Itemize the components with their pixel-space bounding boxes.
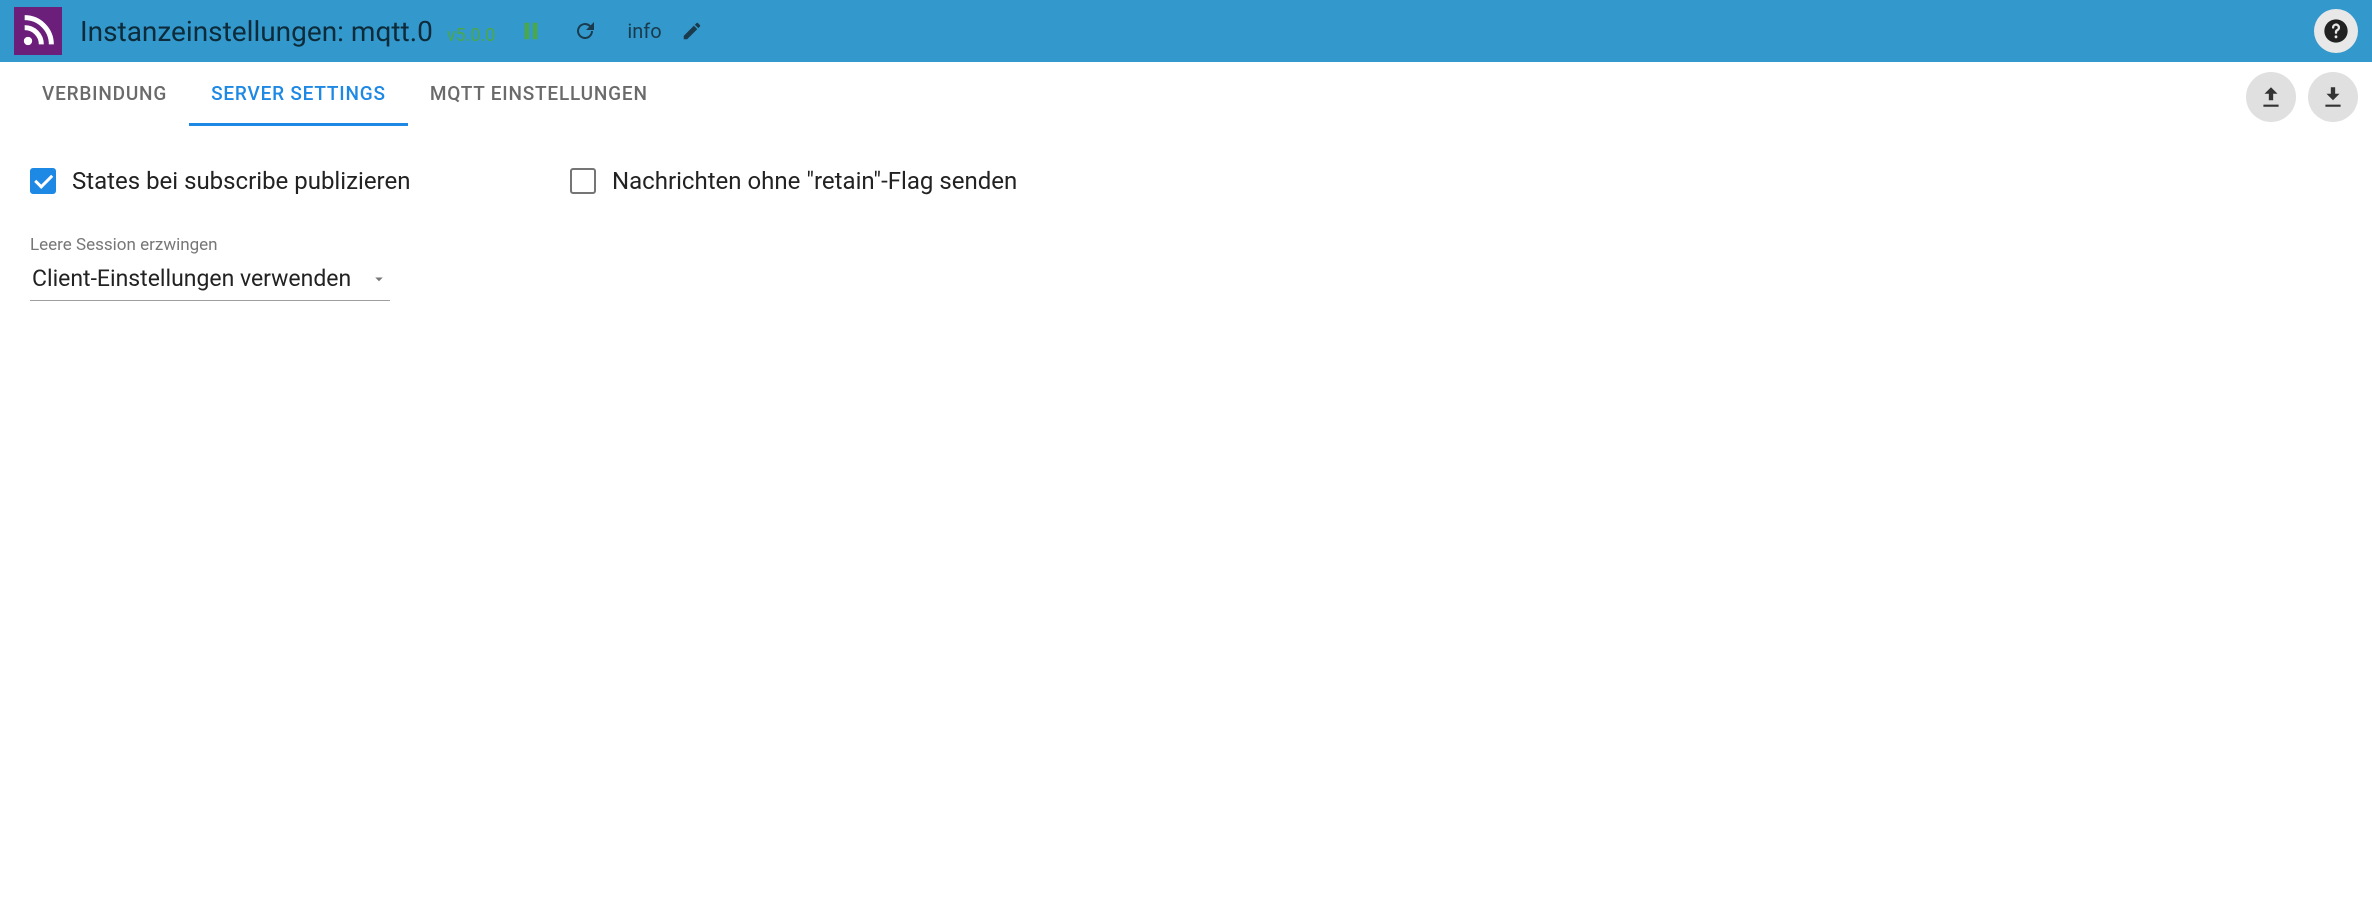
- pause-button[interactable]: [513, 13, 549, 49]
- force-clean-session-value: Client-Einstellungen verwenden: [32, 265, 351, 292]
- tab-connection[interactable]: Verbindung: [20, 62, 189, 126]
- publish-on-subscribe-field: States bei subscribe publizieren: [30, 167, 510, 195]
- download-icon: [2320, 84, 2346, 110]
- no-retain-checkbox[interactable]: [570, 168, 596, 194]
- force-clean-session-field: Leere Session erzwingen Client-Einstellu…: [30, 235, 390, 301]
- adapter-icon: [14, 7, 62, 55]
- force-clean-session-select[interactable]: Client-Einstellungen verwenden: [30, 259, 390, 301]
- help-button[interactable]: [2314, 9, 2358, 53]
- tabs: Verbindung Server settings MQTT Einstell…: [20, 62, 670, 126]
- pause-icon: [520, 20, 542, 42]
- info-label: info: [627, 19, 661, 43]
- help-icon: [2322, 17, 2350, 45]
- no-retain-field: Nachrichten ohne "retain"-Flag senden: [570, 167, 1050, 195]
- refresh-button[interactable]: [567, 13, 603, 49]
- version-label: v5.0.0: [447, 25, 496, 46]
- publish-on-subscribe-checkbox[interactable]: [30, 168, 56, 194]
- refresh-icon: [573, 19, 597, 43]
- upload-button[interactable]: [2246, 72, 2296, 122]
- tab-row: Verbindung Server settings MQTT Einstell…: [0, 62, 2372, 127]
- chevron-down-icon: [370, 270, 388, 288]
- page-title: Instanzeinstellungen: mqtt.0: [80, 15, 433, 48]
- tab-server-settings[interactable]: Server settings: [189, 62, 408, 126]
- pencil-icon: [681, 20, 703, 42]
- upload-icon: [2258, 84, 2284, 110]
- edit-button[interactable]: [674, 13, 710, 49]
- download-button[interactable]: [2308, 72, 2358, 122]
- tab-mqtt-settings[interactable]: MQTT Einstellungen: [408, 62, 670, 126]
- force-clean-session-label: Leere Session erzwingen: [30, 235, 390, 255]
- publish-on-subscribe-label: States bei subscribe publizieren: [72, 167, 410, 195]
- app-header: Instanzeinstellungen: mqtt.0 v5.0.0 info: [0, 0, 2372, 62]
- title-block: Instanzeinstellungen: mqtt.0 v5.0.0: [80, 15, 495, 48]
- settings-content: States bei subscribe publizieren Nachric…: [0, 127, 2372, 341]
- no-retain-label: Nachrichten ohne "retain"-Flag senden: [612, 167, 1017, 195]
